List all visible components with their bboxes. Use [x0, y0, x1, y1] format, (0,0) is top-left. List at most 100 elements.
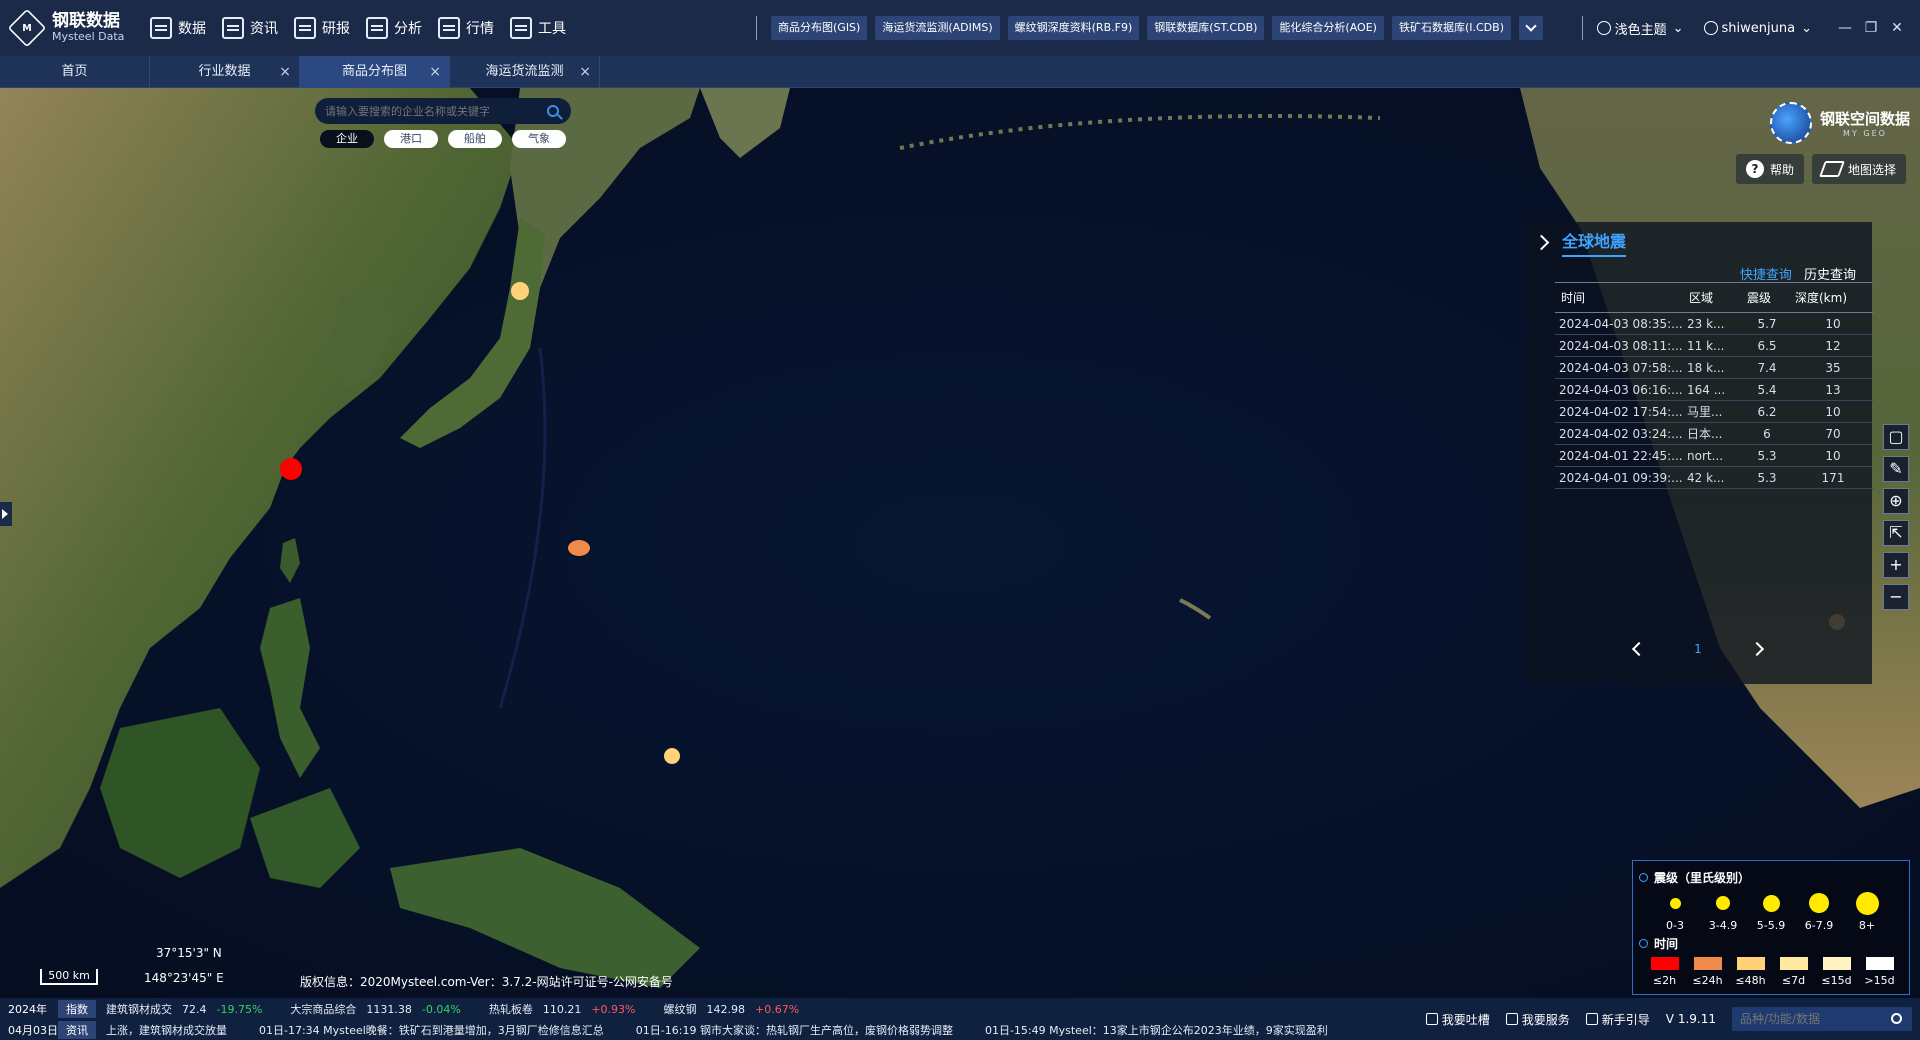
zoom-out-button[interactable]: − [1883, 584, 1909, 610]
close-window-button[interactable]: ✕ [1884, 20, 1910, 36]
table-row[interactable]: 2024-04-02 03:24:... 日本... 6 70 [1555, 422, 1873, 445]
news-item[interactable]: 01日-15:49 Mysteel：13家上市钢企公布2023年业绩，9家实现盈… [985, 1022, 1328, 1038]
table-row[interactable]: 2024-04-03 07:58:... 18 k... 7.4 35 [1555, 356, 1873, 379]
index-tag: 指数 [58, 999, 96, 1018]
ticker-date: 04月03日 [8, 1023, 58, 1037]
close-icon[interactable]: × [579, 56, 591, 88]
guide-icon [1585, 1013, 1598, 1025]
guide-link[interactable]: 新手引导 [1585, 1011, 1650, 1028]
table-row[interactable]: 2024-04-03 08:11:... 11 k... 6.5 12 [1555, 334, 1873, 357]
tab-commodity-map[interactable]: 商品分布图 × [300, 56, 450, 88]
tab-industry-data[interactable]: 行业数据 × [150, 56, 300, 88]
nav-news[interactable]: 资讯 [222, 17, 278, 39]
db-aoe-button[interactable]: 能化综合分析(AOE) [1272, 16, 1384, 40]
global-search-input[interactable] [1740, 1012, 1880, 1026]
close-icon[interactable]: × [279, 56, 291, 88]
quake-marker[interactable] [280, 458, 302, 480]
table-row[interactable]: 2024-04-01 22:45:... nort... 5.3 10 [1555, 444, 1873, 467]
logo-title: 钢联数据 [52, 11, 120, 32]
quake-marker[interactable] [664, 748, 680, 764]
category-enterprise[interactable]: 企业 [320, 130, 374, 148]
nav-data[interactable]: 数据 [150, 17, 206, 39]
logo-icon: M [7, 8, 47, 48]
nav-report[interactable]: 研报 [294, 17, 350, 39]
tab-home[interactable]: 首页 [0, 56, 150, 88]
user-icon [1703, 21, 1718, 35]
nav-analysis[interactable]: 分析 [366, 17, 422, 39]
export-icon[interactable]: ⇱ [1883, 520, 1909, 546]
rectangle-select-icon[interactable]: ▢ [1883, 424, 1909, 450]
minimize-button[interactable]: — [1832, 20, 1858, 36]
legend-magnitude-title: 震级（里氏级别） [1639, 869, 1750, 886]
locate-icon[interactable]: ⊕ [1883, 488, 1909, 514]
table-row[interactable]: 2024-04-01 09:39:... 42 k... 5.3 171 [1555, 466, 1873, 489]
map-search [315, 98, 571, 124]
news-item[interactable]: 上涨，建筑钢材成交放量 [106, 1022, 227, 1038]
page-number[interactable]: 1 [1694, 642, 1702, 656]
pagination: 1 [1524, 641, 1872, 657]
news-item[interactable]: 01日-16:19 钢市大家谈：热轧钢厂生产高位，废钢价格弱势调整 [636, 1022, 953, 1038]
quake-marker[interactable] [568, 540, 590, 556]
news-icon [222, 17, 244, 39]
tab-shipping-monitor[interactable]: 海运货流监测 × [450, 56, 600, 88]
db-more-dropdown[interactable] [1519, 16, 1543, 40]
quick-query-link[interactable]: 快捷查询 [1740, 268, 1792, 283]
draw-icon[interactable]: ✎ [1883, 456, 1909, 482]
index-item[interactable]: 螺纹钢 142.98 +0.67% [664, 1001, 800, 1017]
bottom-ticker: 2024年 指数 建筑钢材成交 72.4 -19.75% 大宗商品综合 1131.38… [0, 998, 1920, 1040]
prev-page-button[interactable] [1632, 641, 1647, 657]
news-item[interactable]: 01日-17:34 Mysteel晚餐：铁矿石到港量增加，3月钢厂检修信息汇总 [259, 1022, 604, 1038]
main-nav: 数据 资讯 研报 分析 行情 工具 [150, 17, 582, 39]
db-icdb-button[interactable]: 铁矿石数据库(I.CDB) [1391, 16, 1511, 40]
service-link[interactable]: 我要服务 [1505, 1011, 1570, 1028]
category-weather[interactable]: 气象 [512, 130, 566, 148]
app-logo[interactable]: M 钢联数据 Mysteel Data [7, 8, 130, 48]
feedback-link[interactable]: 我要吐槽 [1425, 1011, 1490, 1028]
help-button[interactable]: ? 帮助 [1735, 154, 1804, 184]
left-panel-toggle[interactable] [0, 502, 12, 526]
earthquake-table: 时间 区域 震级 深度(km) 2024-04-03 08:35:... 23 k… [1555, 282, 1873, 489]
history-query-link[interactable]: 历史查询 [1804, 268, 1856, 283]
db-gis-button[interactable]: 商品分布图(GIS) [771, 16, 868, 40]
table-row[interactable]: 2024-04-03 06:16:... 164 ... 5.4 13 [1555, 378, 1873, 401]
nav-market[interactable]: 行情 [438, 17, 494, 39]
db-adims-button[interactable]: 海运货流监测(ADIMS) [875, 16, 1000, 40]
index-item[interactable]: 大宗商品综合 1131.38 -0.04% [290, 1001, 460, 1017]
time-swatch [1736, 957, 1765, 970]
category-port[interactable]: 港口 [384, 130, 438, 148]
search-icon[interactable] [1891, 1013, 1902, 1024]
category-ship[interactable]: 船舶 [448, 130, 502, 148]
close-icon[interactable]: × [429, 56, 441, 88]
theme-switcher[interactable]: 浅色主题 ⌄ [1596, 19, 1684, 38]
table-row[interactable]: 2024-04-03 08:35:... 23 k... 5.7 10 [1555, 312, 1873, 335]
db-rbf9-button[interactable]: 螺纹钢深度资料(RB.F9) [1007, 16, 1140, 40]
chevron-down-icon: ⌄ [1672, 20, 1684, 36]
search-icon[interactable] [547, 105, 559, 117]
ticker-year: 2024年 [8, 1002, 47, 1016]
quake-marker[interactable] [511, 282, 529, 300]
global-search [1732, 1007, 1912, 1031]
next-page-button[interactable] [1749, 641, 1764, 657]
earthquake-title: 全球地震 [1562, 228, 1627, 257]
magnitude-dot [1855, 891, 1879, 915]
index-item[interactable]: 建筑钢材成交 72.4 -19.75% [106, 1001, 262, 1017]
top-right-controls: 浅色主题 ⌄ shiwenjuna ⌄ — ❐ ✕ [1574, 0, 1910, 56]
map-canvas[interactable]: 企业 港口 船舶 气象 钢联空间数据 MY GEO ?帮助 地图选择 全球地震 … [0, 88, 1920, 998]
nav-tools[interactable]: 工具 [510, 17, 566, 39]
database-buttons: 商品分布图(GIS) 海运货流监测(ADIMS) 螺纹钢深度资料(RB.F9) … [771, 16, 1543, 40]
user-menu[interactable]: shiwenjuna ⌄ [1703, 21, 1812, 36]
table-row[interactable]: 2024-04-02 17:54:... 马里... 6.2 10 [1555, 400, 1873, 423]
map-select-button[interactable]: 地图选择 [1811, 154, 1906, 184]
panel-collapse-button[interactable] [1532, 230, 1556, 254]
maximize-button[interactable]: ❐ [1858, 20, 1884, 36]
report-icon [294, 17, 316, 39]
market-icon [438, 17, 460, 39]
copyright-text: 版权信息：2020Mysteel.com-Ver：3.7.2-网站许可证号-公网… [300, 975, 673, 989]
db-stcdb-button[interactable]: 钢联数据库(ST.CDB) [1147, 16, 1265, 40]
map-category-filters: 企业 港口 船舶 气象 [320, 130, 576, 148]
index-item[interactable]: 热轧板卷 110.21 +0.93% [489, 1001, 636, 1017]
zoom-in-button[interactable]: + [1883, 552, 1909, 578]
map-search-input[interactable] [325, 104, 547, 118]
chat-icon [1425, 1013, 1438, 1025]
phone-icon [1505, 1013, 1518, 1025]
